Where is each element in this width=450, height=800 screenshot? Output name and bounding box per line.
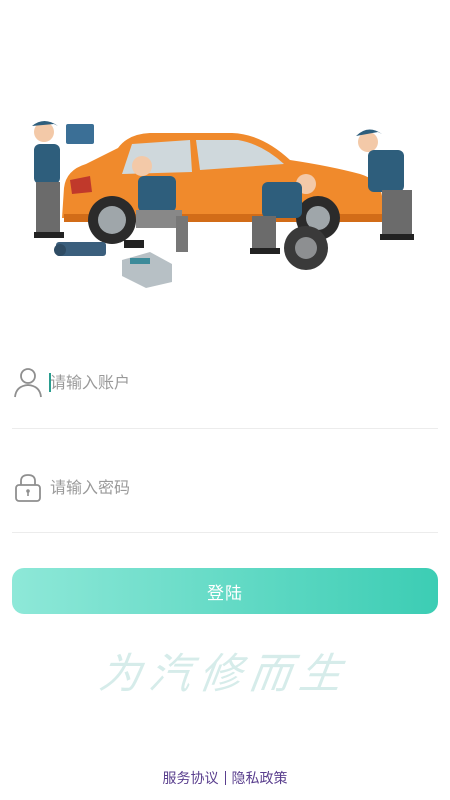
footer-separator [224, 771, 226, 785]
service-agreement-link[interactable]: 服务协议 [163, 771, 219, 787]
footer-links: 服务协议 隐私政策 [0, 768, 450, 788]
password-field[interactable] [12, 457, 438, 517]
car-illustration [62, 133, 382, 244]
slogan-text: 为汽修而生 [96, 649, 354, 698]
user-icon [14, 368, 42, 398]
car-repair-illustration [32, 121, 414, 288]
toolbox-illustration [122, 252, 172, 288]
engine-parts-illustration [54, 242, 106, 256]
spare-tire-illustration [284, 226, 328, 270]
password-input[interactable] [50, 465, 430, 509]
account-field[interactable] [12, 352, 438, 412]
password-divider [12, 532, 438, 533]
account-input[interactable] [50, 360, 430, 404]
text-cursor [49, 373, 51, 392]
account-divider [12, 428, 438, 429]
lock-icon [15, 474, 41, 502]
privacy-policy-link[interactable]: 隐私政策 [232, 771, 288, 787]
login-button[interactable]: 登陆 [12, 568, 438, 614]
